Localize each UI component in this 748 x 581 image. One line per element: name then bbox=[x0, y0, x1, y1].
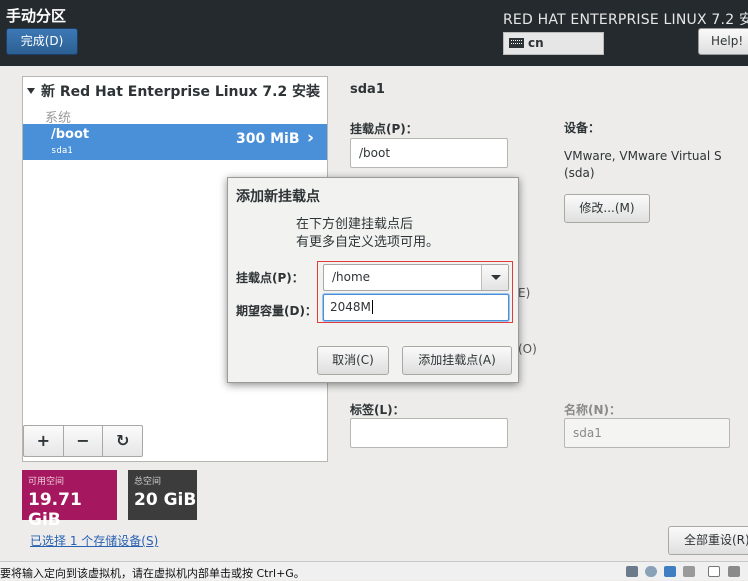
tag-field[interactable] bbox=[350, 418, 508, 448]
product-title: RED HAT ENTERPRISE LINUX 7.2 安装 bbox=[503, 12, 748, 28]
vm-status-text: 要将输入定向到该虚拟机，请在虚拟机内部单击或按 Ctrl+G。 bbox=[0, 567, 305, 580]
cancel-button[interactable]: 取消(C) bbox=[317, 346, 389, 375]
total-space-label: 总空间 bbox=[134, 477, 162, 487]
add-mount-point-confirm-button[interactable]: 添加挂载点(A) bbox=[402, 346, 512, 375]
selected-storage-link[interactable]: 已选择 1 个存储设备(S) bbox=[30, 532, 158, 549]
dropdown-arrow-icon[interactable] bbox=[481, 265, 508, 290]
dialog-capacity-label: 期望容量(D)： bbox=[236, 304, 317, 318]
page-title: 手动分区 bbox=[6, 7, 67, 25]
partial-label-o: (O) bbox=[518, 342, 537, 356]
modify-device-button[interactable]: 修改...(M) bbox=[564, 194, 650, 223]
refresh-button[interactable]: ↻ bbox=[103, 426, 142, 456]
text-caret bbox=[371, 300, 373, 314]
name-field: sda1 bbox=[564, 418, 730, 448]
dialog-description-line1: 在下方创建挂载点后 bbox=[296, 217, 414, 232]
hard-disk-icon[interactable] bbox=[626, 566, 638, 577]
mount-point-field[interactable]: /boot bbox=[350, 138, 508, 168]
remove-mount-point-button[interactable]: − bbox=[64, 426, 104, 456]
install-group-header[interactable]: 新 Red Hat Enterprise Linux 7.2 安装 bbox=[27, 81, 323, 101]
keyboard-layout-label: cn bbox=[528, 36, 544, 50]
desired-capacity-value: 2048M bbox=[330, 300, 371, 314]
mount-point-size: 300 MiB bbox=[236, 131, 300, 147]
desired-capacity-input[interactable]: 2048M bbox=[323, 294, 509, 321]
help-button[interactable]: Help! bbox=[698, 28, 748, 55]
mount-point-combobox-value: /home bbox=[332, 270, 371, 284]
cd-drive-icon[interactable] bbox=[645, 566, 657, 577]
dialog-title: 添加新挂载点 bbox=[236, 189, 320, 205]
device-value-line1: VMware, VMware Virtual S bbox=[564, 149, 722, 163]
available-space-value: 19.71 GiB bbox=[28, 490, 82, 530]
network-icon[interactable] bbox=[664, 566, 676, 577]
partial-label-e: E) bbox=[518, 286, 531, 300]
mount-point-device: sda1 bbox=[51, 146, 73, 156]
mount-point-toolbar: + − ↻ bbox=[23, 425, 143, 457]
dialog-description-line2: 有更多自定义选项可用。 bbox=[296, 235, 440, 250]
expander-triangle-icon[interactable] bbox=[27, 88, 35, 94]
available-space-label: 可用空间 bbox=[28, 477, 65, 487]
mount-point-label: 挂载点(P)： bbox=[350, 122, 418, 136]
dialog-description: 在下方创建挂载点后 有更多自定义选项可用。 bbox=[296, 216, 439, 252]
dialog-mount-point-label: 挂载点(P)： bbox=[236, 271, 304, 285]
install-group-title: 新 Red Hat Enterprise Linux 7.2 安装 bbox=[41, 84, 321, 100]
mount-point-row-boot[interactable]: /boot sda1 300 MiB › bbox=[23, 124, 327, 160]
fullscreen-icon[interactable] bbox=[728, 566, 740, 577]
keyboard-icon bbox=[509, 38, 524, 48]
message-icon[interactable] bbox=[708, 566, 720, 577]
device-value-line2: (sda) bbox=[564, 166, 595, 180]
mount-point-name: /boot bbox=[51, 127, 90, 142]
total-space-tile: 总空间 20 GiB bbox=[128, 470, 197, 520]
mount-point-combobox[interactable]: /home bbox=[323, 264, 509, 291]
reset-all-button[interactable]: 全部重设(R) bbox=[668, 526, 748, 555]
partition-details-title: sda1 bbox=[350, 82, 385, 97]
tag-label: 标签(L)： bbox=[350, 403, 405, 417]
keyboard-layout-indicator[interactable]: cn bbox=[503, 32, 604, 55]
done-button[interactable]: 完成(D) bbox=[6, 28, 78, 55]
add-mount-point-button[interactable]: + bbox=[24, 426, 64, 456]
usb-icon[interactable] bbox=[683, 566, 695, 577]
vm-status-bar: 要将输入定向到该虚拟机，请在虚拟机内部单击或按 Ctrl+G。 bbox=[0, 561, 748, 580]
available-space-tile: 可用空间 19.71 GiB bbox=[22, 470, 117, 530]
name-label: 名称(N)： bbox=[564, 403, 622, 417]
device-label: 设备： bbox=[564, 121, 601, 135]
chevron-right-icon: › bbox=[307, 128, 315, 148]
total-space-value: 20 GiB bbox=[134, 490, 197, 510]
add-mount-point-dialog: 添加新挂载点 在下方创建挂载点后 有更多自定义选项可用。 挂载点(P)： 期望容… bbox=[227, 177, 519, 383]
